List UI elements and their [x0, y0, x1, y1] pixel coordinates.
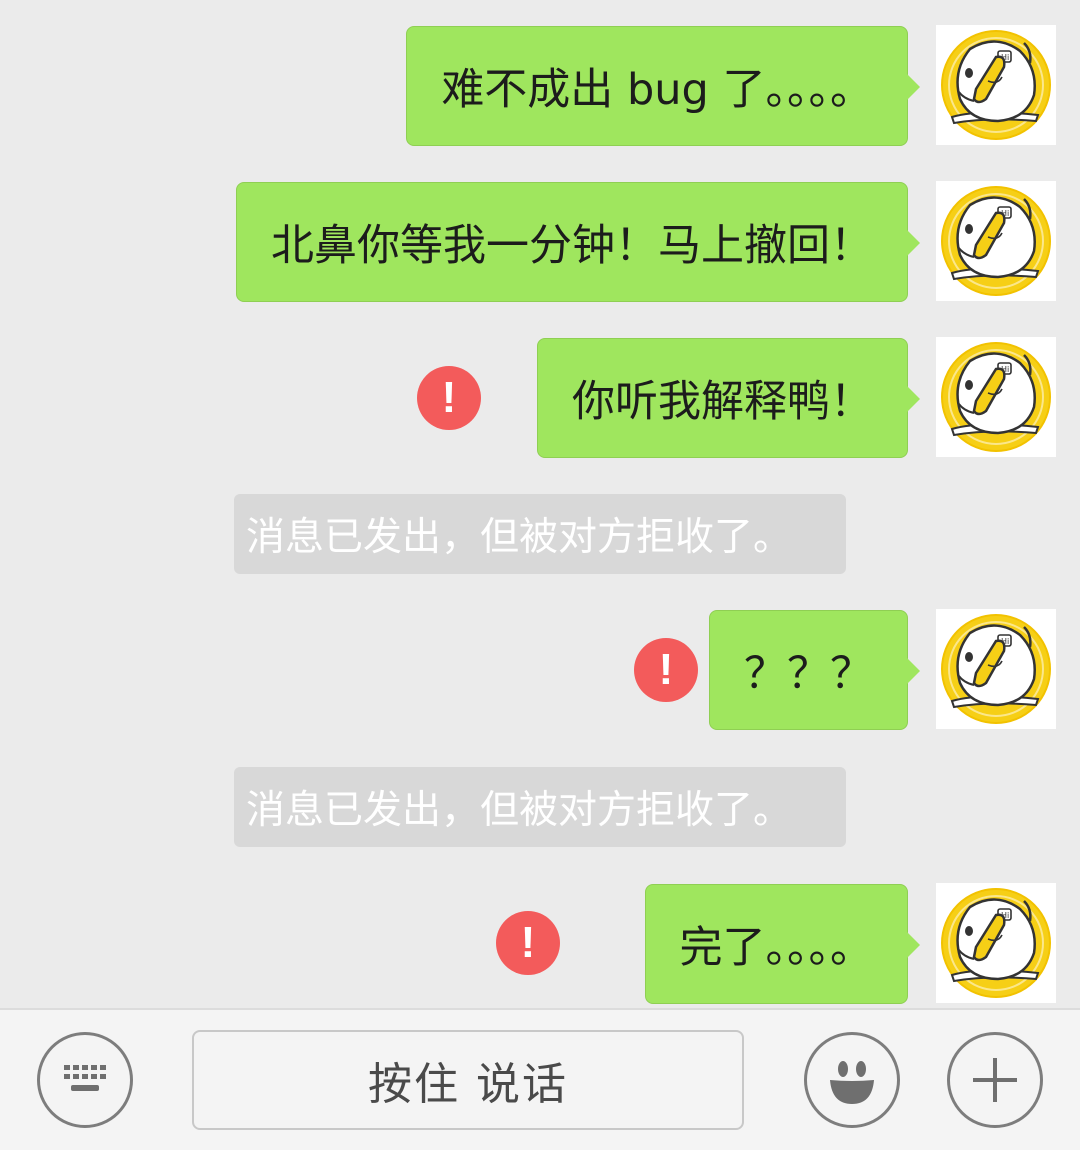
plus-icon [973, 1058, 1017, 1102]
message-text: 你听我解释鸭！ [572, 377, 873, 427]
avatar[interactable]: Hi [936, 181, 1056, 301]
hold-to-talk-label: 按住 说话 [368, 1059, 568, 1110]
message-bubble[interactable]: ？？？ [709, 610, 920, 730]
more-functions-button[interactable] [947, 1032, 1043, 1128]
duck-avatar-icon: Hi [941, 186, 1051, 296]
message-text: ？？？ [744, 649, 873, 699]
duck-avatar-icon: Hi [941, 614, 1051, 724]
emoji-button[interactable] [804, 1032, 900, 1128]
message-bubble[interactable]: 完了。。。。 [644, 884, 920, 1004]
emoji-smile-icon [830, 1061, 874, 1104]
avatar[interactable]: Hi [936, 609, 1056, 729]
message-bubble[interactable]: 你听我解释鸭！ [537, 338, 920, 458]
hold-to-talk-button[interactable]: 按住 说话 [192, 1030, 744, 1130]
avatar[interactable]: Hi [936, 883, 1056, 1003]
avatar[interactable]: Hi [936, 25, 1056, 145]
duck-avatar-icon: Hi [941, 342, 1051, 452]
message-text: 难不成出 bug 了。。。。 [441, 65, 873, 115]
message-text: 完了。。。。 [679, 923, 874, 973]
duck-avatar-icon: Hi [941, 888, 1051, 998]
message-text: 北鼻你等我一分钟！马上撤回！ [271, 221, 873, 271]
keyboard-icon [64, 1065, 106, 1091]
message-bubble[interactable]: 难不成出 bug 了。。。。 [406, 26, 920, 146]
chat-area[interactable]: 难不成出 bug 了。。。。 Hi 北鼻你等我一分钟！马上撤回！ Hi ! 你听… [0, 0, 1080, 1008]
system-notice: 消息已发出，但被对方拒收了。 [234, 494, 846, 574]
avatar[interactable]: Hi [936, 337, 1056, 457]
message-bubble[interactable]: 北鼻你等我一分钟！马上撤回！ [236, 182, 920, 302]
send-failed-icon[interactable]: ! [634, 638, 698, 702]
system-notice-text: 消息已发出，但被对方拒收了。 [246, 788, 793, 833]
system-notice-text: 消息已发出，但被对方拒收了。 [246, 515, 793, 560]
send-failed-icon[interactable]: ! [417, 366, 481, 430]
keyboard-toggle-button[interactable] [37, 1032, 133, 1128]
send-failed-icon[interactable]: ! [496, 911, 560, 975]
duck-avatar-icon: Hi [941, 30, 1051, 140]
system-notice: 消息已发出，但被对方拒收了。 [234, 767, 846, 847]
chat-input-bar: 按住 说话 [0, 1008, 1080, 1150]
